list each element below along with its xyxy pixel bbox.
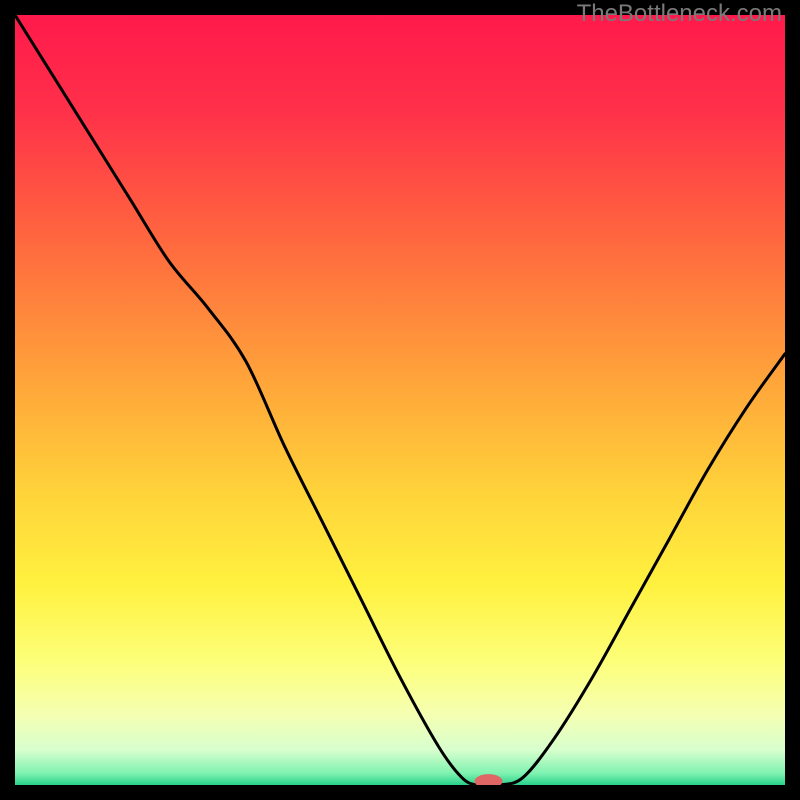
chart-frame — [15, 15, 785, 785]
bottleneck-chart — [15, 15, 785, 785]
gradient-background — [15, 15, 785, 785]
watermark-text: TheBottleneck.com — [577, 0, 782, 28]
